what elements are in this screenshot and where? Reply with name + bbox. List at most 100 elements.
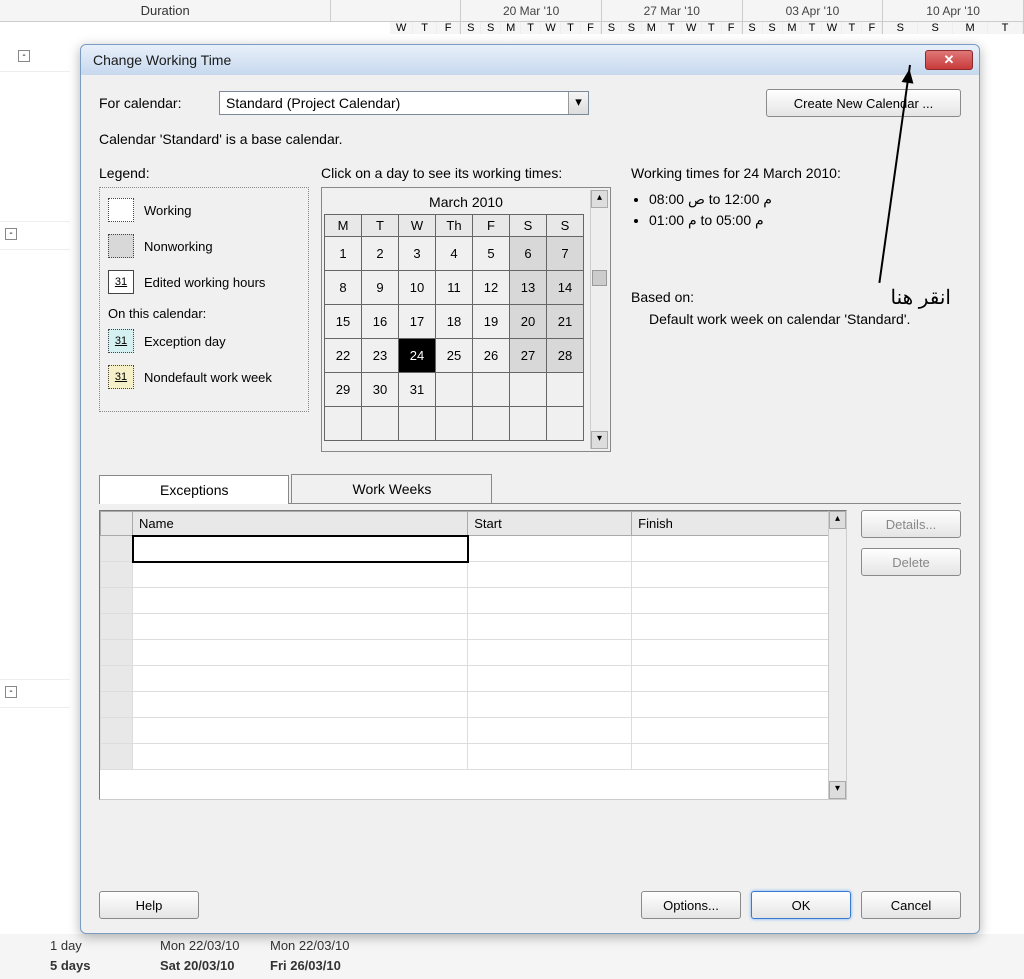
grid-cell[interactable]: [468, 536, 632, 562]
calendar-day[interactable]: 14: [547, 271, 584, 305]
calendar-day[interactable]: 7: [547, 237, 584, 271]
grid-row-header[interactable]: [101, 588, 133, 614]
grid-cell[interactable]: [133, 562, 468, 588]
ok-button[interactable]: OK: [751, 891, 851, 919]
grid-cell[interactable]: [133, 744, 468, 770]
calendar-day[interactable]: 22: [325, 339, 362, 373]
grid-cell[interactable]: [468, 692, 632, 718]
grid-row-header[interactable]: [101, 536, 133, 562]
grid-cell[interactable]: [632, 614, 846, 640]
grid-cell[interactable]: [468, 614, 632, 640]
calendar-day[interactable]: 8: [325, 271, 362, 305]
grid-cell[interactable]: [632, 744, 846, 770]
cancel-button[interactable]: Cancel: [861, 891, 961, 919]
calendar-day[interactable]: 21: [547, 305, 584, 339]
calendar-day: [473, 373, 510, 407]
calendar-select[interactable]: Standard (Project Calendar) ▾: [219, 91, 589, 115]
grid-scrollbar[interactable]: ▴ ▾: [828, 511, 846, 799]
calendar-scrollbar[interactable]: ▴ ▾: [590, 190, 608, 449]
grid-row-header[interactable]: [101, 692, 133, 718]
scroll-up-icon[interactable]: ▴: [591, 190, 608, 208]
grid-cell[interactable]: [632, 588, 846, 614]
grid-cell[interactable]: [133, 692, 468, 718]
grid-row-header[interactable]: [101, 640, 133, 666]
legend-box: Working Nonworking 31Edited working hour…: [99, 187, 309, 412]
calendar-day[interactable]: 17: [399, 305, 436, 339]
calendar-day[interactable]: 6: [510, 237, 547, 271]
calendar-table[interactable]: MTWThFSS 1234567891011121314151617181920…: [324, 214, 584, 441]
grid-cell[interactable]: [133, 666, 468, 692]
grid-cell[interactable]: [468, 588, 632, 614]
dialog-titlebar[interactable]: Change Working Time ✕: [81, 45, 979, 75]
grid-cell[interactable]: [133, 640, 468, 666]
calendar-day[interactable]: 3: [399, 237, 436, 271]
calendar-day[interactable]: 4: [436, 237, 473, 271]
calendar-day[interactable]: 27: [510, 339, 547, 373]
grid-cell[interactable]: [468, 718, 632, 744]
bg-bottom-tasks: 1 dayMon 22/03/10Mon 22/03/10 5 daysSat …: [0, 934, 1024, 979]
calendar-day[interactable]: 28: [547, 339, 584, 373]
col-name[interactable]: Name: [133, 512, 468, 536]
calendar-day[interactable]: 5: [473, 237, 510, 271]
details-button[interactable]: Details...: [861, 510, 961, 538]
calendar-day[interactable]: 2: [362, 237, 399, 271]
calendar-day[interactable]: 15: [325, 305, 362, 339]
calendar-day[interactable]: 20: [510, 305, 547, 339]
create-new-calendar-button[interactable]: Create New Calendar ...: [766, 89, 961, 117]
grid-row-header[interactable]: [101, 562, 133, 588]
legend-title: Legend:: [99, 165, 309, 181]
grid-row-header[interactable]: [101, 614, 133, 640]
gantt-date-1: 27 Mar '10: [602, 0, 742, 22]
calendar-day[interactable]: 23: [362, 339, 399, 373]
grid-cell[interactable]: [632, 718, 846, 744]
grid-cell[interactable]: [468, 666, 632, 692]
scroll-thumb[interactable]: [592, 270, 607, 286]
exception-swatch: 31: [108, 329, 134, 353]
grid-cell[interactable]: [133, 536, 468, 562]
grid-cell[interactable]: [468, 640, 632, 666]
chevron-down-icon[interactable]: ▾: [568, 92, 588, 114]
grid-cell[interactable]: [632, 692, 846, 718]
grid-cell[interactable]: [133, 718, 468, 744]
tab-exceptions[interactable]: Exceptions: [99, 475, 289, 504]
calendar-day[interactable]: 29: [325, 373, 362, 407]
calendar-day[interactable]: 26: [473, 339, 510, 373]
col-finish[interactable]: Finish: [632, 512, 846, 536]
calendar-day[interactable]: 18: [436, 305, 473, 339]
grid-cell[interactable]: [632, 640, 846, 666]
grid-row-header[interactable]: [101, 666, 133, 692]
col-start[interactable]: Start: [468, 512, 632, 536]
calendar-day[interactable]: 19: [473, 305, 510, 339]
calendar-select-value: Standard (Project Calendar): [220, 95, 568, 111]
exceptions-grid[interactable]: Name Start Finish ▴ ▾: [99, 510, 847, 800]
calendar-day[interactable]: 11: [436, 271, 473, 305]
scroll-up-icon[interactable]: ▴: [829, 511, 846, 529]
calendar-day[interactable]: 12: [473, 271, 510, 305]
delete-button[interactable]: Delete: [861, 548, 961, 576]
grid-cell[interactable]: [133, 614, 468, 640]
scroll-down-icon[interactable]: ▾: [591, 431, 608, 449]
calendar-day[interactable]: 24: [399, 339, 436, 373]
calendar-day[interactable]: 13: [510, 271, 547, 305]
calendar-day[interactable]: 25: [436, 339, 473, 373]
grid-cell[interactable]: [133, 588, 468, 614]
calendar-day[interactable]: 10: [399, 271, 436, 305]
close-button[interactable]: ✕: [925, 50, 973, 70]
options-button[interactable]: Options...: [641, 891, 741, 919]
calendar-day[interactable]: 30: [362, 373, 399, 407]
calendar-day[interactable]: 31: [399, 373, 436, 407]
grid-cell[interactable]: [468, 744, 632, 770]
grid-row-header[interactable]: [101, 718, 133, 744]
grid-cell[interactable]: [632, 562, 846, 588]
calendar-day[interactable]: 16: [362, 305, 399, 339]
grid-row-header[interactable]: [101, 744, 133, 770]
calendar-day[interactable]: 9: [362, 271, 399, 305]
gantt-date-0: 20 Mar '10: [461, 0, 601, 22]
grid-cell[interactable]: [632, 666, 846, 692]
scroll-down-icon[interactable]: ▾: [829, 781, 846, 799]
help-button[interactable]: Help: [99, 891, 199, 919]
grid-cell[interactable]: [632, 536, 846, 562]
calendar-day[interactable]: 1: [325, 237, 362, 271]
grid-cell[interactable]: [468, 562, 632, 588]
tab-work-weeks[interactable]: Work Weeks: [291, 474, 492, 503]
